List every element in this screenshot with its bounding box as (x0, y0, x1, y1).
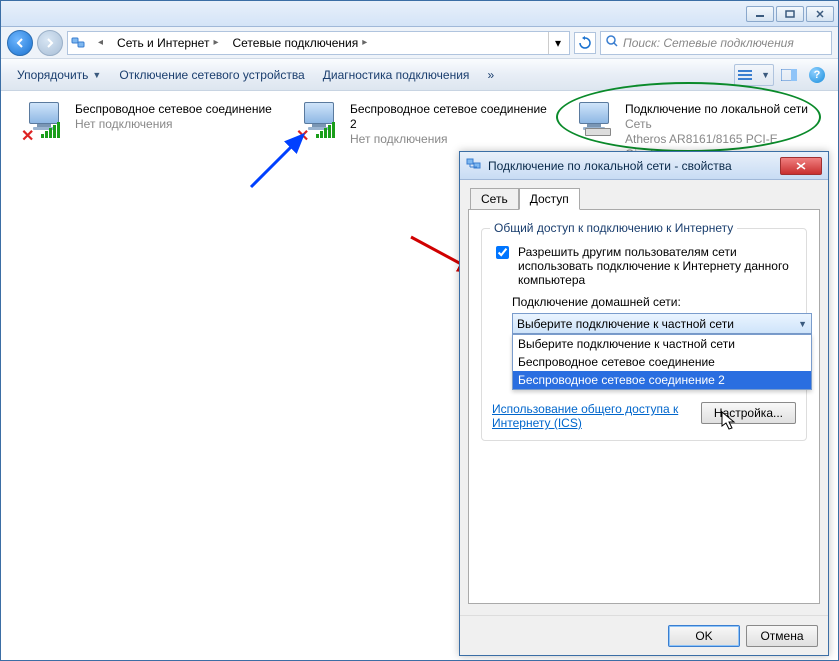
network-icon (70, 35, 86, 51)
breadcrumb-item-2[interactable]: Сетевые подключения▸ (226, 32, 373, 54)
dropdown-option-1[interactable]: Беспроводное сетевое соединение (513, 353, 811, 371)
view-menu[interactable]: ▼ (734, 64, 774, 86)
ics-group: Общий доступ к подключению к Интернету Р… (481, 228, 807, 441)
disconnected-icon: ✕ (21, 126, 34, 146)
command-bar: Упорядочить ▼ Отключение сетевого устрой… (1, 59, 838, 91)
tab-access[interactable]: Доступ (519, 188, 580, 210)
help-icon: ? (809, 67, 825, 83)
connection-item-1[interactable]: ✕ Беспроводное сетевое соединение Нет по… (21, 102, 281, 140)
refresh-button[interactable] (574, 32, 596, 54)
maximize-button[interactable] (776, 6, 804, 22)
connection-status: Нет подключения (75, 117, 272, 132)
help-button[interactable]: ? (804, 64, 830, 86)
settings-button[interactable]: Настройка... (701, 402, 796, 424)
network-icon (466, 156, 482, 175)
connection-status: Сеть (625, 117, 821, 132)
disconnected-icon: ✕ (296, 126, 309, 146)
connection-name: Подключение по локальной сети (625, 102, 821, 117)
group-title: Общий доступ к подключению к Интернету (490, 221, 737, 235)
panel-icon (781, 69, 797, 81)
chevron-down-icon: ▼ (798, 319, 807, 329)
home-network-label: Подключение домашней сети: (512, 295, 796, 309)
ics-help-link[interactable]: Использование общего доступа к Интернету… (492, 402, 678, 430)
connection-status: Нет подключения (350, 132, 556, 147)
home-network-dropdown[interactable]: Выберите подключение к частной сети ▼ (512, 313, 812, 334)
wireless-icon: ✕ (21, 102, 67, 140)
back-button[interactable] (7, 30, 33, 56)
view-icon (738, 69, 752, 81)
diagnose-button[interactable]: Диагностика подключения (315, 64, 478, 86)
forward-button[interactable] (37, 30, 63, 56)
disable-device-button[interactable]: Отключение сетевого устройства (111, 64, 312, 86)
organize-menu[interactable]: Упорядочить ▼ (9, 64, 109, 86)
minimize-button[interactable] (746, 6, 774, 22)
wireless-icon: ✕ (296, 102, 342, 140)
close-button[interactable] (806, 6, 834, 22)
nav-bar: ◂ Сеть и Интернет▸ Сетевые подключения▸ … (1, 27, 838, 59)
dialog-footer: OK Отмена (460, 615, 828, 655)
dropdown-option-0[interactable]: Выберите подключение к частной сети (513, 335, 811, 353)
breadcrumb-item-1[interactable]: Сеть и Интернет▸ (111, 32, 224, 54)
dropdown-option-2[interactable]: Беспроводное сетевое соединение 2 (513, 371, 811, 389)
cancel-button[interactable]: Отмена (746, 625, 818, 647)
dialog-titlebar[interactable]: Подключение по локальной сети - свойства (460, 152, 828, 180)
dropdown-list: Выберите подключение к частной сети Бесп… (512, 334, 812, 390)
dialog-close-button[interactable] (780, 157, 822, 175)
search-placeholder: Поиск: Сетевые подключения (623, 36, 794, 50)
tab-panel: Общий доступ к подключению к Интернету Р… (468, 209, 820, 604)
preview-pane-button[interactable] (776, 64, 802, 86)
dialog-title: Подключение по локальной сети - свойства (488, 159, 732, 173)
connection-name: Беспроводное сетевое соединение (75, 102, 272, 117)
search-input[interactable]: Поиск: Сетевые подключения (600, 31, 832, 55)
ethernet-icon (571, 102, 617, 140)
search-icon (605, 34, 619, 51)
allow-sharing-label: Разрешить другим пользователям сети испо… (518, 245, 796, 287)
ok-button[interactable]: OK (668, 625, 740, 647)
connection-name: Беспроводное сетевое соединение 2 (350, 102, 556, 132)
connection-item-2[interactable]: ✕ Беспроводное сетевое соединение 2 Нет … (296, 102, 556, 147)
dropdown-value: Выберите подключение к частной сети (517, 317, 734, 331)
properties-dialog: Подключение по локальной сети - свойства… (459, 151, 829, 656)
breadcrumb[interactable]: ◂ Сеть и Интернет▸ Сетевые подключения▸ … (67, 31, 570, 55)
window-titlebar (1, 1, 838, 27)
breadcrumb-back[interactable]: ◂ (88, 32, 109, 54)
breadcrumb-dropdown[interactable]: ▾ (548, 32, 567, 54)
allow-sharing-checkbox[interactable] (496, 246, 509, 259)
more-commands[interactable]: » (479, 64, 504, 86)
tab-network[interactable]: Сеть (470, 188, 519, 210)
